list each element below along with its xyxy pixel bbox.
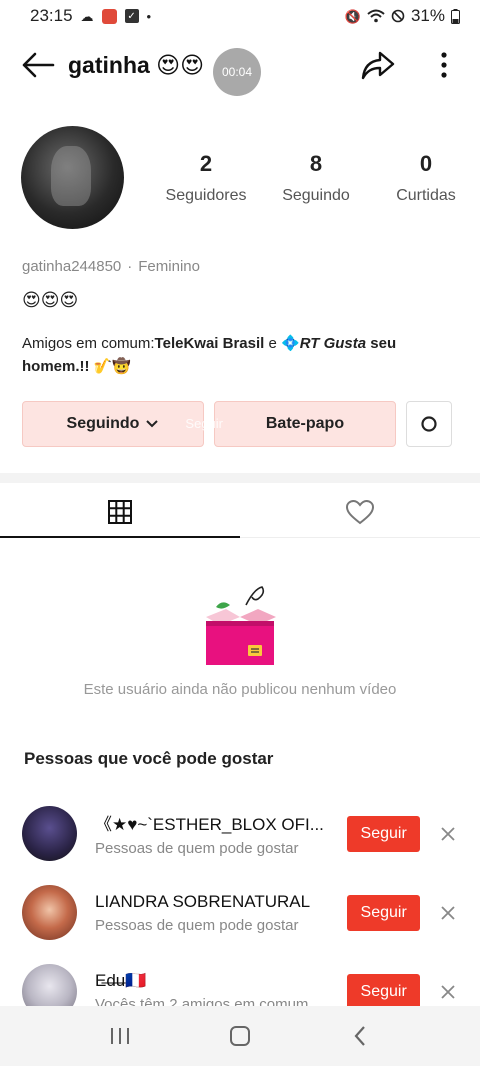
suggestion-item[interactable]: LIANDRA SOBRENATURAL Pessoas de quem pod… (0, 873, 480, 952)
app-notification-icon (101, 8, 117, 24)
profile-avatar[interactable] (21, 126, 124, 229)
suggestion-name: LIANDRA SOBRENATURAL (95, 891, 311, 911)
profile-header: gatinha 😍😍 00:04 (0, 38, 480, 96)
suggestion-name: E̶d̶u̶🇫🇷 (95, 970, 147, 990)
profile-summary: 2 Seguidores 8 Seguindo 0 Curtidas (21, 125, 461, 230)
suggestion-name: 《★♥~`ESTHER_BLOX OFI... (95, 815, 324, 834)
profile-meta: gatinha244850 · Feminino (22, 258, 200, 275)
arrow-left-icon (22, 52, 55, 78)
close-icon (441, 905, 455, 920)
suggestions-title: Pessoas que você pode gostar (24, 749, 274, 768)
suggestion-text[interactable]: LIANDRA SOBRENATURAL Pessoas de quem pod… (95, 892, 334, 934)
system-back-button[interactable] (340, 1016, 380, 1056)
stat-likes[interactable]: 0 Curtidas (371, 151, 480, 205)
loading-button[interactable] (406, 401, 452, 447)
share-button[interactable] (360, 47, 396, 83)
check-notification-icon: ✓ (124, 9, 139, 23)
stat-label: Seguindo (282, 186, 350, 204)
diamond-icon: 💠 (281, 335, 300, 352)
recording-timer: 00:04 (213, 48, 261, 96)
suggestion-reason: Pessoas de quem pode gostar (95, 916, 299, 934)
profile-gender: Feminino (138, 258, 200, 275)
heart-icon (345, 499, 375, 524)
recent-apps-icon (111, 1028, 129, 1044)
more-options-button[interactable] (426, 47, 462, 83)
stat-label: Curtidas (396, 186, 456, 204)
grid-icon (108, 499, 132, 524)
dismiss-button[interactable] (438, 903, 458, 923)
mutual-friend-link[interactable]: RT Gusta (300, 335, 366, 352)
suggestion-reason: Pessoas de quem pode gostar (95, 840, 299, 857)
ghost-follow-label: Seguir (185, 416, 223, 431)
mutual-friend-link[interactable]: TeleKwai Brasil (155, 335, 265, 352)
home-button[interactable] (220, 1016, 260, 1056)
suggestion-avatar[interactable] (22, 806, 77, 861)
follow-button[interactable]: Seguir (347, 815, 421, 852)
loading-circle-icon (421, 416, 437, 432)
content-tabs (0, 486, 480, 538)
suggestion-avatar[interactable] (22, 885, 77, 940)
stat-following[interactable]: 8 Seguindo (261, 151, 371, 205)
mutual-prefix: Amigos em comum: (22, 335, 155, 352)
stat-value: 2 (199, 150, 213, 176)
empty-box-icon (206, 586, 276, 665)
stat-followers[interactable]: 2 Seguidores (151, 151, 261, 205)
close-icon (441, 984, 455, 999)
stat-value: 0 (419, 150, 433, 176)
empty-state-message: Este usuário ainda não publicou nenhum v… (83, 681, 397, 698)
system-nav-bar (0, 1006, 480, 1066)
follow-button[interactable]: Seguir (347, 894, 421, 931)
separator-dot: · (127, 258, 133, 275)
follow-button[interactable]: Seguir (347, 973, 421, 1010)
suggestion-item[interactable]: 《★♥~`ESTHER_BLOX OFI... Pessoas de quem … (0, 794, 480, 873)
status-time: 23:15 (30, 6, 73, 25)
following-label: Seguindo (66, 415, 140, 432)
dismiss-button[interactable] (438, 824, 458, 844)
status-bar: 23:15 ☁ ✓ • 🔇 31% (0, 0, 480, 32)
dot-icon: • (146, 8, 152, 24)
mutual-joiner: e (264, 335, 282, 352)
tab-likes[interactable] (240, 486, 480, 537)
chat-label: Bate-papo (265, 415, 345, 432)
suggestions-list: 《★♥~`ESTHER_BLOX OFI... Pessoas de quem … (0, 794, 480, 1031)
back-button[interactable] (18, 45, 58, 85)
chevron-left-icon (354, 1026, 365, 1046)
close-icon (441, 826, 455, 841)
wifi-icon (367, 9, 385, 23)
home-icon (230, 1026, 250, 1046)
dismiss-button[interactable] (438, 982, 458, 1002)
suggestion-text[interactable]: 《★♥~`ESTHER_BLOX OFI... Pessoas de quem … (95, 810, 334, 857)
stat-label: Seguidores (165, 186, 247, 204)
profile-bio: 😍😍😍 (22, 290, 79, 310)
chat-button[interactable]: Bate-papo (214, 401, 396, 447)
vertical-dots-icon (441, 52, 447, 78)
profile-handle: gatinha244850 (22, 258, 122, 275)
following-button[interactable]: Seguindo Seguir (22, 401, 223, 447)
profile-stats: 2 Seguidores 8 Seguindo 0 Curtidas (151, 151, 480, 205)
stat-value: 8 (309, 150, 323, 176)
mutual-friends: Amigos em comum:TeleKwai Brasil e 💠RT Gu… (22, 332, 442, 378)
share-icon (361, 51, 395, 80)
recent-apps-button[interactable] (100, 1016, 140, 1056)
battery-percent: 31% (410, 6, 445, 25)
dnd-icon (391, 9, 405, 23)
cloud-icon: ☁ (80, 8, 94, 24)
mute-icon: 🔇 (344, 8, 361, 24)
profile-username: gatinha 😍😍 (68, 51, 205, 78)
tab-videos[interactable] (0, 486, 240, 538)
profile-actions: Seguindo Seguir Bate-papo (22, 401, 460, 447)
section-divider (0, 473, 480, 483)
chevron-down-icon (146, 420, 159, 428)
battery-icon (451, 8, 460, 24)
